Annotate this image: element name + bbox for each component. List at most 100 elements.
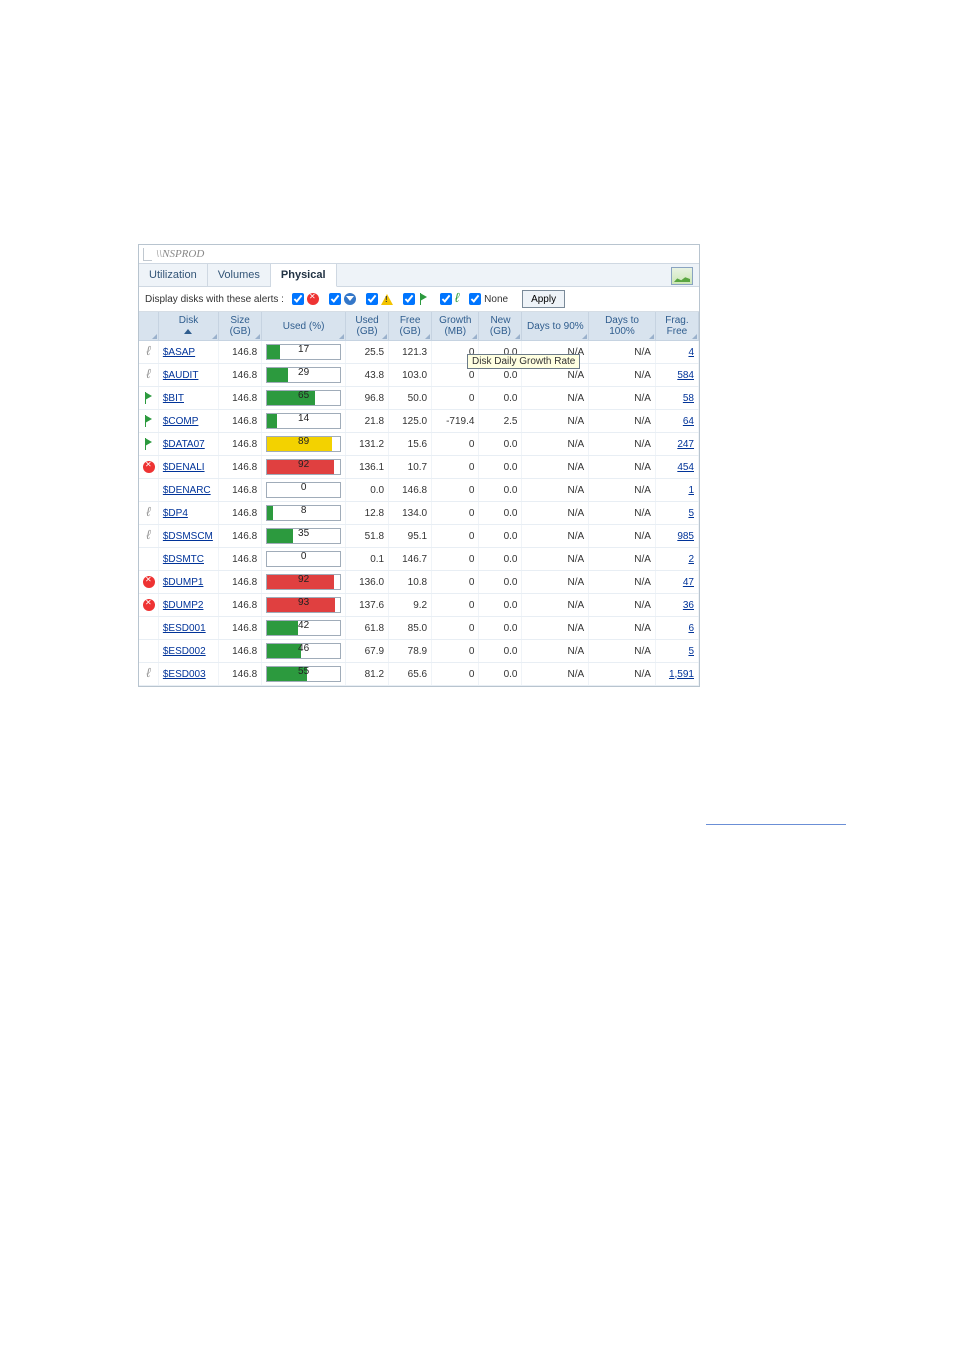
- cell-status: [139, 456, 158, 479]
- frag-free-link[interactable]: 4: [688, 347, 694, 358]
- frag-free-link[interactable]: 58: [683, 393, 694, 404]
- cell-days-100: N/A: [589, 456, 656, 479]
- flag-icon: [143, 415, 155, 427]
- cell-days-100: N/A: [589, 410, 656, 433]
- cell-free-gb: 9.2: [389, 594, 432, 617]
- cell-days-100: N/A: [589, 433, 656, 456]
- filter-none-label: None: [484, 294, 508, 305]
- disk-link[interactable]: $ASAP: [163, 347, 195, 358]
- disk-link[interactable]: $DUMP1: [163, 577, 204, 588]
- cell-size: 146.8: [219, 479, 262, 502]
- disk-link[interactable]: $DP4: [163, 508, 188, 519]
- cell-days-100: N/A: [589, 525, 656, 548]
- cell-growth: 0: [432, 571, 479, 594]
- table-row: $ASAP146.81725.5121.300.0N/AN/A4: [139, 341, 699, 364]
- disk-link[interactable]: $DATA07: [163, 439, 205, 450]
- cell-used-pct: 89: [262, 433, 346, 456]
- filter-checkbox-none[interactable]: None: [469, 293, 508, 305]
- frag-free-link[interactable]: 64: [683, 416, 694, 427]
- cell-status: [139, 433, 158, 456]
- disk-link[interactable]: $DSMSCM: [163, 531, 213, 542]
- disk-link[interactable]: $BIT: [163, 393, 184, 404]
- frag-free-link[interactable]: 1,591: [669, 669, 694, 680]
- cell-new-gb: 0.0: [479, 663, 522, 686]
- disk-link[interactable]: $ESD001: [163, 623, 206, 634]
- cell-used-gb: 21.8: [346, 410, 389, 433]
- cell-disk: $BIT: [158, 387, 218, 410]
- disk-link[interactable]: $DSMTC: [163, 554, 204, 565]
- col-frag-free[interactable]: Frag. Free: [655, 312, 698, 341]
- tab-utilization[interactable]: Utilization: [139, 264, 208, 286]
- cell-disk: $DATA07: [158, 433, 218, 456]
- cell-days-100: N/A: [589, 663, 656, 686]
- cell-new-gb: 0.0: [479, 502, 522, 525]
- table-row: $COMP146.81421.8125.0-719.42.5N/AN/A64: [139, 410, 699, 433]
- frag-free-link[interactable]: 1: [688, 485, 694, 496]
- filter-checkbox-down[interactable]: [329, 293, 356, 305]
- cell-status: [139, 617, 158, 640]
- col-days-90[interactable]: Days to 90%: [522, 312, 589, 341]
- cell-growth: 0: [432, 640, 479, 663]
- col-used-gb[interactable]: Used (GB): [346, 312, 389, 341]
- cell-size: 146.8: [219, 663, 262, 686]
- cell-free-gb: 134.0: [389, 502, 432, 525]
- cell-size: 146.8: [219, 456, 262, 479]
- used-pct-value: 93: [267, 597, 340, 608]
- col-disk[interactable]: Disk: [158, 312, 218, 341]
- col-growth[interactable]: Growth (MB): [432, 312, 479, 341]
- filter-checkbox-warning[interactable]: [366, 293, 393, 305]
- tab-physical[interactable]: Physical: [271, 264, 337, 287]
- cell-used-pct: 65: [262, 387, 346, 410]
- cell-free-gb: 10.8: [389, 571, 432, 594]
- filter-checkbox-info[interactable]: [440, 293, 459, 305]
- col-used-pct[interactable]: Used (%): [262, 312, 346, 341]
- disk-link[interactable]: $AUDIT: [163, 370, 199, 381]
- frag-free-link[interactable]: 5: [688, 508, 694, 519]
- cell-used-pct: 14: [262, 410, 346, 433]
- chart-icon[interactable]: [671, 267, 693, 285]
- col-new[interactable]: New (GB): [479, 312, 522, 341]
- col-free-gb[interactable]: Free (GB): [389, 312, 432, 341]
- used-pct-value: 42: [267, 620, 340, 631]
- cell-used-pct: 0: [262, 548, 346, 571]
- frag-free-link[interactable]: 36: [683, 600, 694, 611]
- tab-volumes[interactable]: Volumes: [208, 264, 271, 286]
- col-size[interactable]: Size (GB): [219, 312, 262, 341]
- cell-days-100: N/A: [589, 548, 656, 571]
- frag-free-link[interactable]: 584: [677, 370, 694, 381]
- cell-used-gb: 61.8: [346, 617, 389, 640]
- cell-status: [139, 502, 158, 525]
- col-status[interactable]: [139, 312, 158, 341]
- apply-button[interactable]: Apply: [522, 290, 565, 308]
- cell-new-gb: 0.0: [479, 617, 522, 640]
- cell-status: [139, 387, 158, 410]
- disk-link[interactable]: $DENALI: [163, 462, 205, 473]
- critical-icon: [307, 293, 319, 305]
- critical-icon: [143, 599, 155, 611]
- disk-link[interactable]: $ESD003: [163, 669, 206, 680]
- frag-free-link[interactable]: 47: [683, 577, 694, 588]
- cell-growth: 0: [432, 525, 479, 548]
- frag-free-link[interactable]: 454: [677, 462, 694, 473]
- cell-disk: $ESD002: [158, 640, 218, 663]
- cell-days-100: N/A: [589, 571, 656, 594]
- warning-icon: [381, 294, 393, 305]
- sort-asc-icon: [184, 329, 192, 334]
- frag-free-link[interactable]: 2: [688, 554, 694, 565]
- frag-free-link[interactable]: 247: [677, 439, 694, 450]
- col-days-100[interactable]: Days to 100%: [589, 312, 656, 341]
- disk-link[interactable]: $COMP: [163, 416, 199, 427]
- used-pct-value: 35: [267, 528, 340, 539]
- frag-free-link[interactable]: 5: [688, 646, 694, 657]
- disk-link[interactable]: $DUMP2: [163, 600, 204, 611]
- frag-free-link[interactable]: 985: [677, 531, 694, 542]
- filter-checkbox-critical[interactable]: [292, 293, 319, 305]
- disk-link[interactable]: $ESD002: [163, 646, 206, 657]
- filter-checkbox-flag[interactable]: [403, 293, 430, 305]
- cell-growth: 0: [432, 594, 479, 617]
- cell-used-gb: 137.6: [346, 594, 389, 617]
- disk-link[interactable]: $DENARC: [163, 485, 211, 496]
- cell-new-gb: 0.0: [479, 548, 522, 571]
- cell-used-gb: 136.1: [346, 456, 389, 479]
- frag-free-link[interactable]: 6: [688, 623, 694, 634]
